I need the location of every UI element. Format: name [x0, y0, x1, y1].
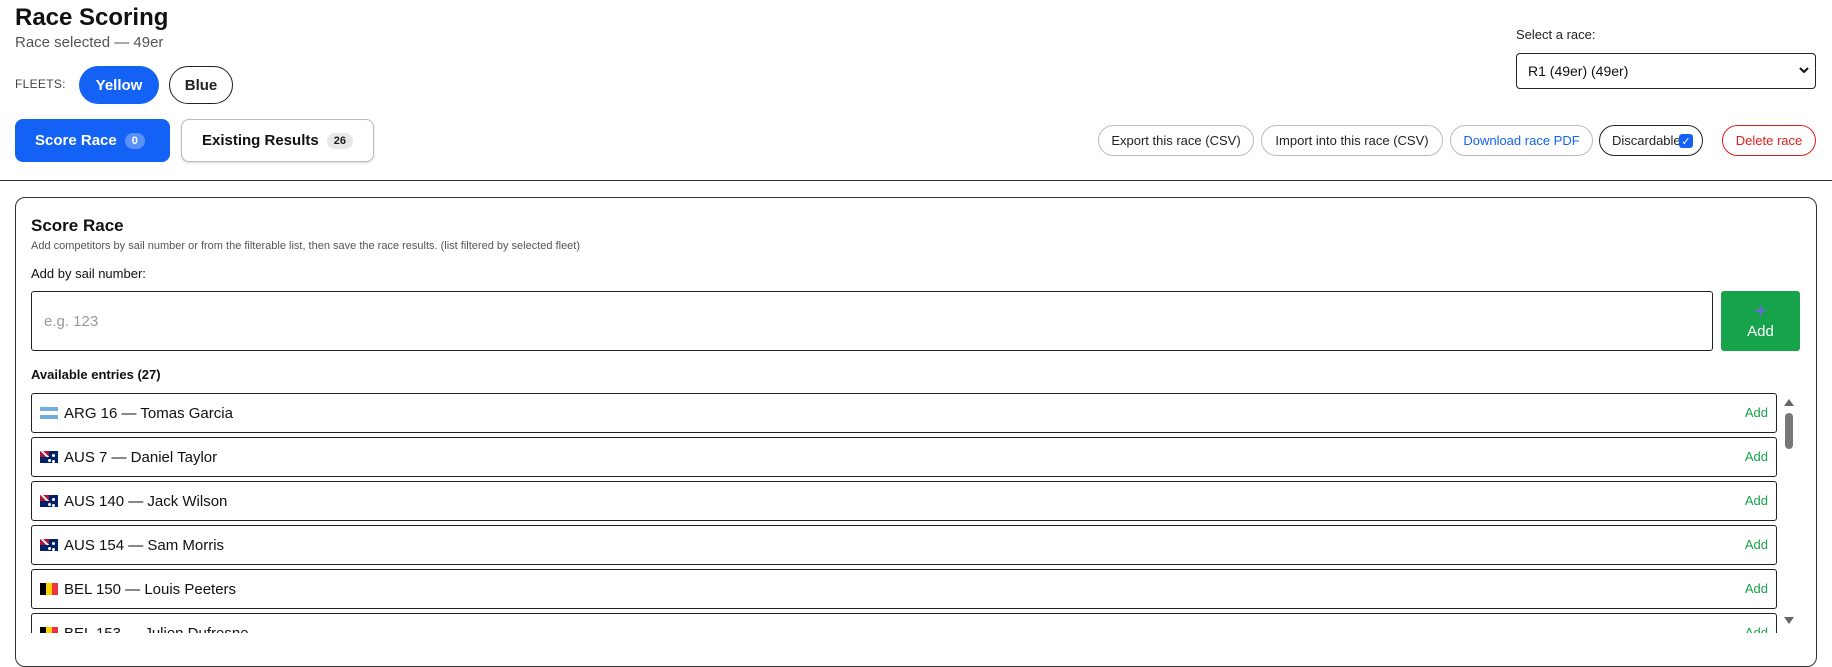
fleet-yellow-button[interactable]: Yellow — [79, 66, 159, 104]
delete-race-button[interactable]: Delete race — [1722, 125, 1816, 156]
race-select[interactable]: R1 (49er) (49er) — [1516, 53, 1816, 89]
fleet-blue-button[interactable]: Blue — [169, 66, 233, 104]
list-item[interactable]: AUS 7 — Daniel Taylor Add — [31, 437, 1777, 477]
available-entries-list: ARG 16 — Tomas Garcia Add AUS 7 — Daniel… — [31, 393, 1777, 633]
flag-aus-icon — [40, 539, 58, 551]
sail-number-input[interactable] — [31, 291, 1713, 351]
race-select-value: R1 (49er) (49er) — [1528, 63, 1629, 79]
available-entries-label: Available entries (27) — [31, 367, 161, 382]
list-item[interactable]: BEL 153 — Julien Dufresne Add — [31, 613, 1777, 633]
race-select-label: Select a race: — [1516, 27, 1596, 42]
list-item[interactable]: AUS 140 — Jack Wilson Add — [31, 481, 1777, 521]
plus-icon: + — [1754, 298, 1767, 323]
entry-add-button[interactable]: Add — [1745, 537, 1768, 552]
fleets-label: FLEETS: — [15, 77, 66, 91]
entry-add-button[interactable]: Add — [1745, 625, 1768, 633]
sail-number-label: Add by sail number: — [31, 266, 146, 281]
flag-bel-icon — [40, 583, 58, 595]
discardable-toggle[interactable]: Discardable ✓ — [1599, 125, 1703, 156]
entry-label: AUS 140 — Jack Wilson — [64, 492, 228, 510]
download-race-pdf-button[interactable]: Download race PDF — [1450, 125, 1593, 156]
entry-add-button[interactable]: Add — [1745, 449, 1768, 464]
entry-label: AUS 7 — Daniel Taylor — [64, 448, 218, 466]
flag-aus-icon — [40, 451, 58, 463]
flag-bel-icon — [40, 627, 58, 633]
list-item[interactable]: ARG 16 — Tomas Garcia Add — [31, 393, 1777, 433]
export-race-csv-button[interactable]: Export this race (CSV) — [1098, 125, 1254, 156]
entry-label: ARG 16 — Tomas Garcia — [64, 404, 233, 422]
add-button-label: Add — [1747, 323, 1774, 340]
chevron-down-icon — [1797, 63, 1811, 80]
existing-results-count-badge: 26 — [326, 132, 353, 149]
import-race-csv-button[interactable]: Import into this race (CSV) — [1261, 125, 1443, 156]
list-scrollbar[interactable] — [1782, 393, 1796, 633]
page-title: Race Scoring — [15, 4, 169, 31]
tab-score-race[interactable]: Score Race 0 — [15, 119, 170, 162]
list-item[interactable]: AUS 154 — Sam Morris Add — [31, 525, 1777, 565]
scroll-up-icon[interactable] — [1784, 399, 1794, 406]
scroll-thumb[interactable] — [1785, 413, 1793, 449]
tab-existing-results[interactable]: Existing Results 26 — [181, 119, 374, 162]
entry-label: AUS 154 — Sam Morris — [64, 536, 225, 554]
score-race-count-badge: 0 — [124, 132, 145, 149]
flag-arg-icon — [40, 407, 58, 419]
tab-existing-results-label: Existing Results — [202, 132, 319, 149]
flag-aus-icon — [40, 495, 58, 507]
entry-add-button[interactable]: Add — [1745, 493, 1768, 508]
card-title: Score Race — [31, 216, 124, 235]
entry-label: BEL 153 — Julien Dufresne — [64, 624, 249, 634]
scroll-down-icon[interactable] — [1784, 617, 1794, 624]
tab-score-race-label: Score Race — [35, 132, 117, 149]
discardable-label: Discardable — [1612, 133, 1681, 148]
entry-add-button[interactable]: Add — [1745, 405, 1768, 420]
card-description: Add competitors by sail number or from t… — [31, 240, 581, 252]
entry-label: BEL 150 — Louis Peeters — [64, 580, 237, 598]
page-subtitle: Race selected — 49er — [15, 34, 164, 51]
page-header: Race Scoring Race selected — 49er FLEETS… — [0, 0, 1832, 181]
list-item[interactable]: BEL 150 — Louis Peeters Add — [31, 569, 1777, 609]
checkbox-checked-icon[interactable]: ✓ — [1679, 134, 1693, 148]
entry-add-button[interactable]: Add — [1745, 581, 1768, 596]
add-sail-button[interactable]: + Add — [1721, 291, 1800, 351]
